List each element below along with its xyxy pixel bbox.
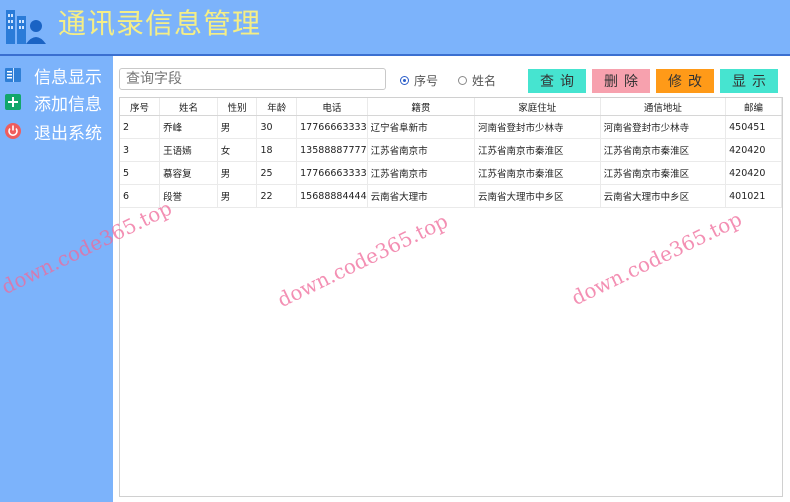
building-user-icon [6,10,46,44]
table-cell: 男 [217,115,258,139]
delete-button[interactable]: 删除 [592,69,650,93]
table-cell: 13588887777 [296,138,368,162]
main-content: 序号 姓名 查询 删除 修改 显示 序号 姓名 性别 年龄 电话 籍贯 家庭住址 [113,56,790,502]
table-cell: 河南省登封市少林寺 [474,115,601,139]
radio-label: 姓名 [472,74,497,88]
table-cell: 江苏省南京市 [367,161,476,185]
radio-unchecked-icon [458,76,467,85]
sidebar-item-add-info[interactable]: 添加信息 [4,89,102,115]
column-header[interactable]: 年龄 [256,98,298,116]
table-cell: 6 [120,184,161,208]
edit-button[interactable]: 修改 [656,69,714,93]
column-header[interactable]: 家庭住址 [474,98,601,116]
table-cell: 男 [217,161,258,185]
column-header[interactable]: 性别 [217,98,258,116]
table-cell: 男 [217,184,258,208]
contacts-table: 序号 姓名 性别 年龄 电话 籍贯 家庭住址 通信地址 邮编 2 乔峰 男 30 [119,97,783,497]
power-icon [4,122,22,140]
table-cell: 乔峰 [159,115,218,139]
table-cell: 江苏省南京市秦淮区 [474,138,601,162]
column-header[interactable]: 姓名 [159,98,218,116]
table-cell: 云南省大理市 [367,184,476,208]
table-cell: 17766663333 [296,115,368,139]
sidebar-item-label: 添加信息 [34,94,102,115]
table-cell: 17766663333 [296,161,368,185]
table-cell: 420420 [725,138,782,162]
table-cell: 420420 [725,161,782,185]
table-cell: 江苏省南京市秦淮区 [600,161,727,185]
radio-name[interactable]: 姓名 [458,72,496,89]
column-header[interactable]: 籍贯 [367,98,476,116]
column-header[interactable]: 序号 [120,98,161,116]
table-row[interactable]: 5 慕容复 男 25 17766663333 江苏省南京市 江苏省南京市秦淮区 … [120,161,782,185]
app-header: 通讯录信息管理 [0,0,790,55]
app-title: 通讯录信息管理 [58,7,262,40]
sidebar-item-label: 退出系统 [34,123,102,144]
table-cell: 15688884444 [296,184,368,208]
query-button[interactable]: 查询 [528,69,586,93]
column-header[interactable]: 电话 [296,98,368,116]
table-cell: 3 [120,138,161,162]
radio-label: 序号 [414,74,439,88]
sidebar-item-info-display[interactable]: 信息显示 [4,62,102,88]
table-row[interactable]: 2 乔峰 男 30 17766663333 辽宁省阜新市 河南省登封市少林寺 河… [120,115,782,139]
column-header[interactable]: 通信地址 [600,98,727,116]
list-book-icon [4,66,22,84]
table-cell: 22 [256,184,298,208]
table-cell: 女 [217,138,258,162]
radio-checked-icon [400,76,409,85]
table-row[interactable]: 3 王语嫣 女 18 13588887777 江苏省南京市 江苏省南京市秦淮区 … [120,138,782,162]
table-cell: 30 [256,115,298,139]
column-header[interactable]: 邮编 [725,98,782,116]
plus-square-icon [4,93,22,111]
sidebar-item-label: 信息显示 [34,67,102,88]
table-cell: 江苏省南京市秦淮区 [474,161,601,185]
sidebar-item-exit[interactable]: 退出系统 [4,118,102,144]
table-cell: 江苏省南京市 [367,138,476,162]
table-cell: 401021 [725,184,782,208]
table-row[interactable]: 6 段誉 男 22 15688884444 云南省大理市 云南省大理市中乡区 云… [120,184,782,208]
table-cell: 河南省登封市少林寺 [600,115,727,139]
table-cell: 云南省大理市中乡区 [600,184,727,208]
table-cell: 18 [256,138,298,162]
show-button[interactable]: 显示 [720,69,778,93]
table-cell: 450451 [725,115,782,139]
search-input[interactable] [119,68,386,90]
table-cell: 段誉 [159,184,218,208]
table-cell: 2 [120,115,161,139]
table-cell: 慕容复 [159,161,218,185]
table-cell: 25 [256,161,298,185]
sidebar: 信息显示 添加信息 退出系统 [0,56,113,502]
table-cell: 5 [120,161,161,185]
table-cell: 江苏省南京市秦淮区 [600,138,727,162]
table-header-row: 序号 姓名 性别 年龄 电话 籍贯 家庭住址 通信地址 邮编 [120,98,782,116]
table-cell: 王语嫣 [159,138,218,162]
table-cell: 辽宁省阜新市 [367,115,476,139]
table-cell: 云南省大理市中乡区 [474,184,601,208]
radio-serial-number[interactable]: 序号 [400,72,438,89]
